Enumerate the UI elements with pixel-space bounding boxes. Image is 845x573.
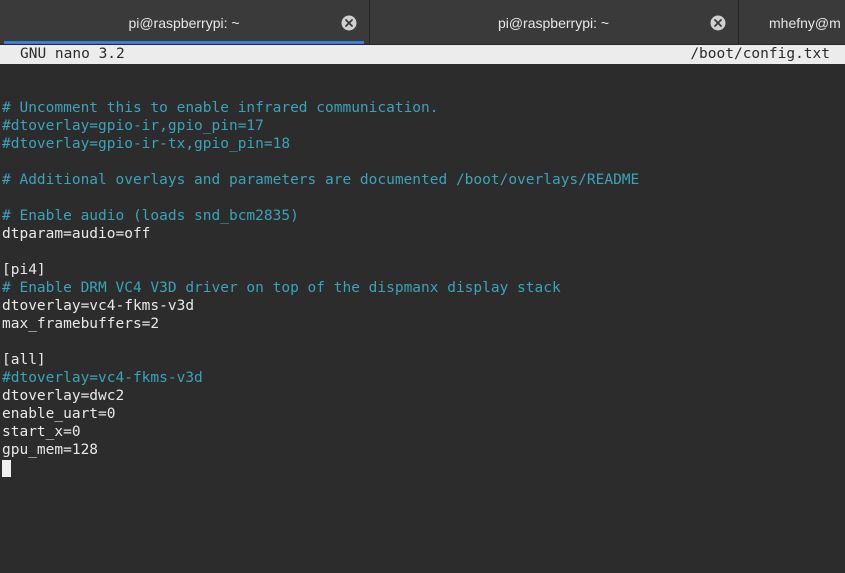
config-line: dtparam=audio=off (2, 226, 151, 242)
cursor-line (2, 459, 639, 477)
tab-pi-raspberrypi-2[interactable]: pi@raspberrypi: ~ (369, 0, 737, 44)
nano-title-bar: GNU nano 3.2 /boot/config.txt (0, 45, 845, 64)
config-line: max_framebuffers=2 (2, 316, 160, 332)
config-line: enable_uart=0 (2, 406, 116, 422)
config-line: [pi4] (2, 262, 46, 278)
editor-buffer[interactable]: # Uncomment this to enable infrared comm… (2, 99, 639, 477)
comment-line: #dtoverlay=vc4-fkms-v3d (2, 370, 203, 386)
tab-bar: pi@raspberrypi: ~ pi@raspberrypi: ~ mhef… (0, 0, 845, 45)
comment-line: # Uncomment this to enable infrared comm… (2, 100, 439, 116)
config-line: [all] (2, 352, 46, 368)
nano-filename: /boot/config.txt (690, 46, 830, 62)
nano-version: GNU nano 3.2 (20, 46, 125, 62)
config-line: gpu_mem=128 (2, 442, 99, 458)
comment-line: # Additional overlays and parameters are… (2, 172, 640, 188)
tab-label: pi@raspberrypi: ~ (497, 15, 610, 31)
tab-mhefny[interactable]: mhefny@m (738, 0, 845, 44)
comment-line: #dtoverlay=gpio-ir-tx,gpio_pin=18 (2, 136, 291, 152)
terminal-window: pi@raspberrypi: ~ pi@raspberrypi: ~ mhef… (0, 0, 845, 573)
config-line: dtoverlay=vc4-fkms-v3d (2, 298, 195, 314)
comment-line: # Enable audio (loads snd_bcm2835) (2, 208, 299, 224)
tab-label: mhefny@m (769, 15, 841, 31)
comment-line: # Enable DRM VC4 V3D driver on top of th… (2, 280, 561, 296)
text-cursor (2, 460, 11, 477)
active-tab-indicator (4, 41, 364, 44)
close-icon[interactable] (341, 15, 357, 31)
terminal-content[interactable]: GNU nano 3.2 /boot/config.txt # Uncommen… (0, 45, 845, 573)
comment-line: #dtoverlay=gpio-ir,gpio_pin=17 (2, 118, 264, 134)
config-line: dtoverlay=dwc2 (2, 388, 125, 404)
config-line: start_x=0 (2, 424, 81, 440)
tab-label: pi@raspberrypi: ~ (128, 15, 240, 31)
tab-pi-raspberrypi-1[interactable]: pi@raspberrypi: ~ (0, 0, 368, 44)
close-icon[interactable] (710, 15, 726, 31)
